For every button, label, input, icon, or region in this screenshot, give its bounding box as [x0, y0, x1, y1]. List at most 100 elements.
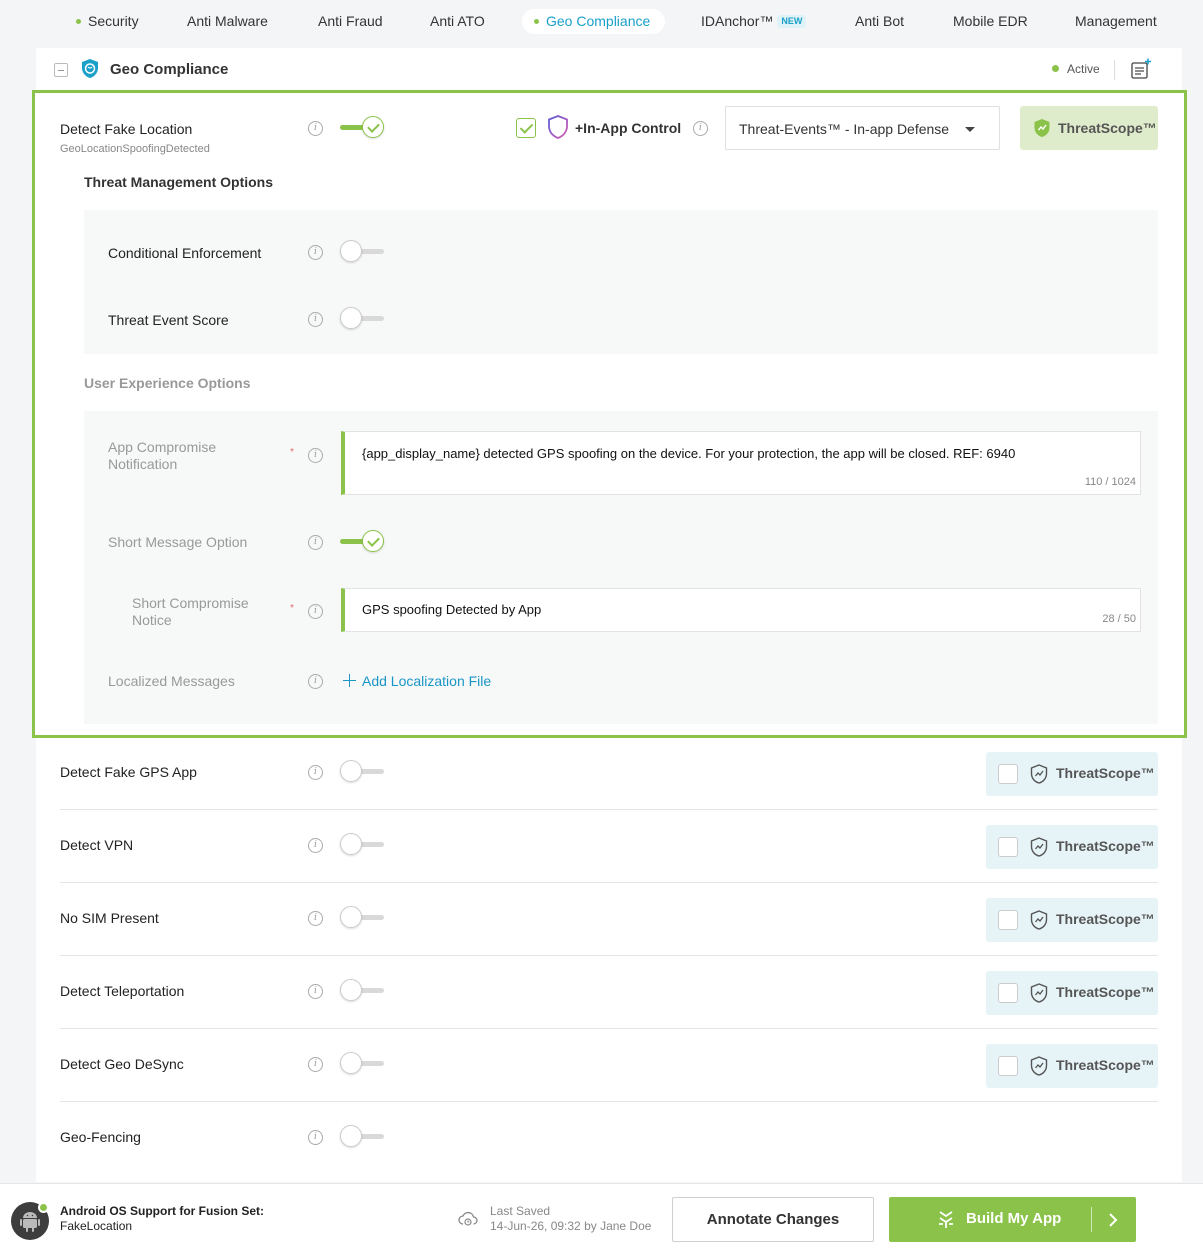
toggle-knob: [340, 906, 362, 928]
short-compromise-label-2: Notice: [132, 612, 172, 628]
info-icon[interactable]: i: [308, 1057, 323, 1072]
tab-idanchor[interactable]: IDAnchor™ NEW: [701, 9, 807, 34]
os-support-title: Android OS Support for Fusion Set:: [60, 1204, 264, 1218]
info-icon[interactable]: i: [308, 984, 323, 999]
header-divider: [1114, 60, 1115, 80]
short-message-option-toggle[interactable]: [340, 530, 386, 554]
info-icon[interactable]: i: [308, 1130, 323, 1145]
detect-teleportation-toggle[interactable]: [340, 979, 386, 1003]
tab-anti-ato[interactable]: Anti ATO: [430, 9, 485, 34]
toggle-knob: [340, 1125, 362, 1147]
threat-event-score-label: Threat Event Score: [108, 312, 229, 328]
new-badge: NEW: [777, 14, 807, 28]
threatscope-button[interactable]: ThreatScope™: [986, 898, 1158, 942]
short-message-option-label: Short Message Option: [108, 534, 248, 550]
button-divider: [1091, 1207, 1092, 1232]
tab-mobile-edr[interactable]: Mobile EDR: [953, 9, 1028, 34]
info-icon[interactable]: i: [308, 674, 323, 689]
feature-label: Geo-Fencing: [60, 1129, 141, 1145]
threat-events-dropdown[interactable]: Threat-Events™ - In-app Defense: [725, 106, 1000, 150]
toggle-knob: [340, 307, 362, 329]
threat-event-score-toggle[interactable]: [340, 307, 386, 331]
threatscope-checkbox[interactable]: [998, 983, 1018, 1003]
tab-security[interactable]: Security: [76, 9, 139, 34]
cloud-saved-icon: [458, 1211, 478, 1226]
tab-geo-compliance[interactable]: Geo Compliance: [522, 9, 665, 34]
info-icon[interactable]: i: [308, 245, 323, 260]
detect-geo-desync-toggle[interactable]: [340, 1052, 386, 1076]
threatscope-shield-icon: [1030, 1056, 1048, 1076]
required-marker: *: [290, 447, 294, 458]
tab-anti-malware[interactable]: Anti Malware: [187, 9, 268, 34]
detect-fake-location-toggle[interactable]: [340, 116, 386, 140]
build-label: Build My App: [966, 1210, 1062, 1227]
char-counter: 110 / 1024: [1084, 476, 1136, 488]
feature-label: Detect Fake Location: [60, 121, 193, 137]
threatscope-shield-icon: [1030, 837, 1048, 857]
feature-label: Detect VPN: [60, 837, 134, 853]
toggle-knob: [340, 979, 362, 1001]
add-localization-file-link[interactable]: Add Localization File: [343, 673, 491, 689]
annotate-changes-button[interactable]: Annotate Changes: [672, 1197, 874, 1242]
threatscope-button[interactable]: ThreatScope™: [986, 825, 1158, 869]
detect-fake-gps-app-toggle[interactable]: [340, 760, 386, 784]
add-note-icon[interactable]: [1130, 58, 1152, 80]
tab-label: Management: [1075, 13, 1157, 29]
geo-fencing-toggle[interactable]: [340, 1125, 386, 1149]
threatscope-button[interactable]: ThreatScope™: [986, 971, 1158, 1015]
short-compromise-notice-field[interactable]: GPS spoofing Detected by App 28 / 50: [341, 588, 1141, 632]
info-icon[interactable]: i: [308, 312, 323, 327]
threatscope-button[interactable]: ThreatScope™: [1020, 106, 1158, 150]
threatscope-checkbox[interactable]: [998, 764, 1018, 784]
inapp-control-checkbox[interactable]: [516, 118, 536, 138]
link-label: Add Localization File: [362, 673, 492, 689]
threatscope-label: ThreatScope™: [1056, 838, 1155, 854]
app-compromise-notification-field[interactable]: {app_display_name} detected GPS spoofing…: [341, 431, 1141, 495]
status-label: Active: [1067, 62, 1100, 76]
tab-management[interactable]: Management: [1075, 9, 1157, 34]
geo-compliance-shield-icon: [82, 59, 98, 78]
info-icon[interactable]: i: [308, 121, 323, 136]
collapse-toggle[interactable]: [54, 63, 68, 77]
chevron-right-icon[interactable]: [1106, 1212, 1120, 1228]
info-icon[interactable]: i: [308, 448, 323, 463]
tab-anti-bot[interactable]: Anti Bot: [855, 9, 904, 34]
footer-bar: Android OS Support for Fusion Set: FakeL…: [0, 1183, 1203, 1251]
info-icon[interactable]: i: [308, 911, 323, 926]
status-indicator: Active: [1052, 62, 1100, 76]
status-dot: [534, 18, 539, 24]
tab-label: Anti Bot: [855, 13, 905, 29]
inapp-control-label: +In-App Control: [575, 120, 682, 136]
feature-label: Detect Fake GPS App: [60, 764, 197, 780]
threatscope-checkbox[interactable]: [998, 837, 1018, 857]
threatscope-label: ThreatScope™: [1058, 120, 1157, 136]
threatscope-checkbox[interactable]: [998, 910, 1018, 930]
threatscope-button[interactable]: ThreatScope™: [986, 752, 1158, 796]
info-icon[interactable]: i: [693, 121, 708, 136]
detect-vpn-toggle[interactable]: [340, 833, 386, 857]
feature-event-name: GeoLocationSpoofingDetected: [60, 143, 210, 155]
build-my-app-button[interactable]: Build My App: [889, 1197, 1136, 1242]
toggle-knob: [340, 1052, 362, 1074]
tab-anti-fraud[interactable]: Anti Fraud: [318, 9, 383, 34]
threatscope-button[interactable]: ThreatScope™: [986, 1044, 1158, 1088]
dropdown-value: Threat-Events™ - In-app Defense: [739, 121, 950, 137]
tab-label: Anti ATO: [430, 13, 485, 29]
info-icon[interactable]: i: [308, 604, 323, 619]
info-icon[interactable]: i: [308, 838, 323, 853]
tab-label: IDAnchor™: [701, 13, 774, 29]
threatscope-checkbox[interactable]: [998, 1056, 1018, 1076]
threat-management-title: Threat Management Options: [84, 174, 274, 190]
row-divider: [60, 882, 1158, 883]
active-dot: [1052, 65, 1059, 73]
info-icon[interactable]: i: [308, 535, 323, 550]
card-title: Geo Compliance: [110, 61, 229, 78]
android-icon: [20, 1212, 40, 1232]
info-icon[interactable]: i: [308, 765, 323, 780]
last-saved-label: Last Saved: [490, 1204, 551, 1218]
status-dot: [76, 18, 81, 24]
toggle-knob: [362, 116, 384, 138]
conditional-enforcement-toggle[interactable]: [340, 240, 386, 264]
app-compromise-label: App Compromise: [108, 439, 217, 455]
no-sim-present-toggle[interactable]: [340, 906, 386, 930]
